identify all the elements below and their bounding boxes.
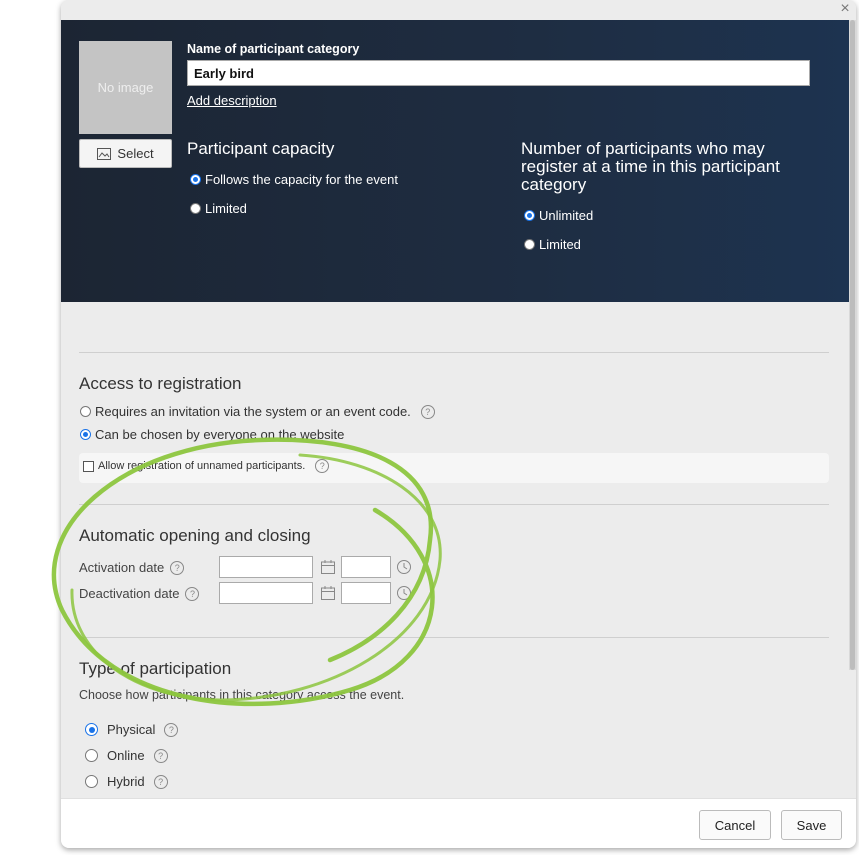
participation-option-physical[interactable]: Physical ? [85,722,179,737]
participant-category-dialog: × No image Select Name of participant ca… [61,0,856,848]
divider [79,637,829,638]
capacity-limited-radio[interactable] [190,203,201,214]
deactivation-date-input[interactable] [219,582,313,604]
help-icon[interactable]: ? [164,722,179,737]
unnamed-participants-box: Allow registration of unnamed participan… [79,453,829,483]
per-registration-limited-label: Limited [539,237,581,252]
help-icon[interactable]: ? [315,459,330,473]
per-registration-title-line1: Number of participants who may [521,139,765,158]
scrollbar[interactable] [849,20,856,670]
deactivation-date-text: Deactivation date [79,586,180,601]
participation-subtitle: Choose how participants in this category… [79,688,405,702]
divider [79,352,829,353]
activation-date-input[interactable] [219,556,313,578]
help-icon[interactable]: ? [153,774,168,789]
activation-date-label: Activation date ? [79,560,185,575]
select-image-button[interactable]: Select [79,139,172,168]
participation-option-online[interactable]: Online ? [85,748,168,763]
per-registration-option-limited[interactable]: Limited [524,237,581,252]
name-label: Name of participant category [187,42,360,56]
help-icon[interactable]: ? [153,748,168,763]
calendar-icon[interactable] [320,585,336,601]
capacity-follows-radio[interactable] [190,174,201,185]
per-registration-option-unlimited[interactable]: Unlimited [524,208,593,223]
clock-icon[interactable] [396,559,412,575]
cancel-button[interactable]: Cancel [699,810,771,840]
participation-physical-radio[interactable] [85,723,98,736]
image-placeholder: No image [79,41,172,134]
help-icon[interactable]: ? [420,404,435,419]
activation-time-input[interactable] [341,556,391,578]
divider [79,504,829,505]
capacity-title: Participant capacity [187,139,335,158]
dialog-topbar: × [61,0,856,20]
clock-icon[interactable] [396,585,412,601]
access-invitation-radio[interactable] [80,406,91,417]
image-icon [97,147,112,160]
access-title: Access to registration [79,374,242,393]
participation-physical-label: Physical [107,722,156,737]
save-button[interactable]: Save [781,810,842,840]
dialog-footer: Cancel Save [61,798,856,848]
deactivation-time-input[interactable] [341,582,391,604]
capacity-follows-label: Follows the capacity for the event [205,172,398,187]
per-registration-title-line2: register at a time in this participant [521,157,780,176]
participation-option-hybrid[interactable]: Hybrid ? [85,774,168,789]
unnamed-participants-checkbox[interactable] [83,460,94,472]
unnamed-participants-option[interactable]: Allow registration of unnamed participan… [83,459,330,473]
calendar-icon[interactable] [320,559,336,575]
access-option-everyone[interactable]: Can be chosen by everyone on the website [80,427,344,442]
activation-date-text: Activation date [79,560,165,575]
capacity-option-follows[interactable]: Follows the capacity for the event [190,172,398,187]
access-everyone-label: Can be chosen by everyone on the website [95,427,345,442]
per-registration-unlimited-label: Unlimited [539,208,594,223]
scrollbar-thumb[interactable] [850,20,855,670]
per-registration-title-line3: category [521,175,587,194]
unnamed-participants-label: Allow registration of unnamed participan… [98,460,306,472]
auto-title: Automatic opening and closing [79,526,311,545]
category-name-input[interactable] [187,60,810,86]
select-image-label: Select [117,146,154,161]
per-registration-unlimited-radio[interactable] [524,210,535,221]
participation-hybrid-radio[interactable] [85,775,98,788]
per-registration-title: Number of participants who may register … [521,140,780,194]
add-description-link[interactable]: Add description [187,93,277,108]
access-everyone-radio[interactable] [80,429,91,440]
deactivation-date-label: Deactivation date ? [79,586,200,601]
participation-online-label: Online [107,748,145,763]
access-option-invitation[interactable]: Requires an invitation via the system or… [80,404,435,419]
participation-hybrid-label: Hybrid [107,774,145,789]
access-invitation-label: Requires an invitation via the system or… [95,404,411,419]
close-icon[interactable]: × [836,0,854,18]
per-registration-limited-radio[interactable] [524,239,535,250]
participation-title: Type of participation [79,659,232,678]
category-header: No image Select Name of participant cate… [61,20,849,302]
help-icon[interactable]: ? [185,586,200,601]
participation-online-radio[interactable] [85,749,98,762]
capacity-limited-label: Limited [205,201,247,216]
capacity-option-limited[interactable]: Limited [190,201,247,216]
help-icon[interactable]: ? [170,560,185,575]
